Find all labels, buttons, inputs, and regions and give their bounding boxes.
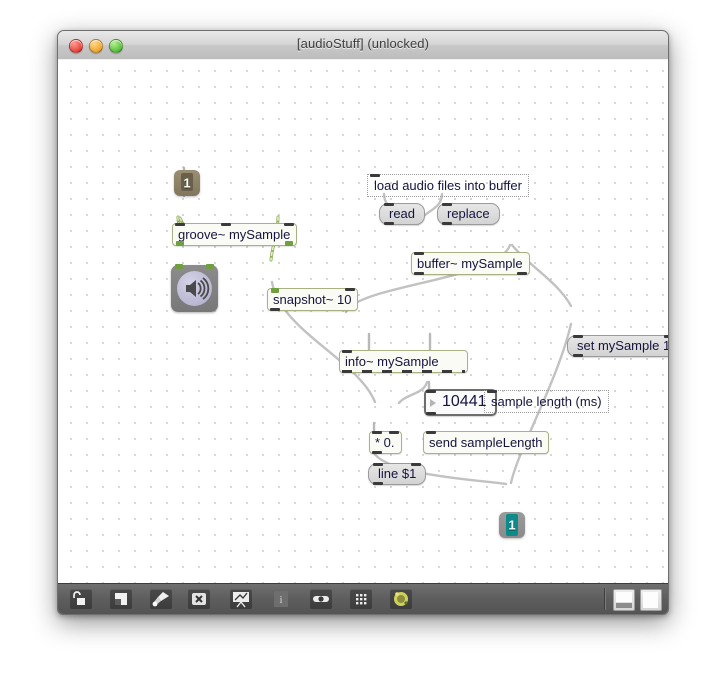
message-replace-label: replace — [447, 206, 490, 221]
message-set-mysample[interactable]: set mySample 1 — [567, 335, 668, 357]
message-read-label: read — [389, 206, 416, 221]
toolbar-divider — [604, 588, 606, 610]
pill-icon[interactable] — [310, 589, 332, 609]
toggle-bottom-value: 1 — [508, 517, 516, 533]
paintbrush-icon[interactable] — [150, 589, 172, 609]
object-snapshot[interactable]: snapshot~ 10 — [267, 288, 359, 311]
message-line[interactable]: line $1 — [368, 463, 427, 485]
toggle-bottom[interactable]: 1 — [499, 512, 525, 538]
unlock-padlock-icon[interactable] — [70, 589, 92, 609]
object-send-samplelength[interactable]: send sampleLength — [423, 431, 550, 454]
comment-sample-length[interactable]: sample length (ms) — [484, 390, 609, 413]
comment-sample-length-label: sample length (ms) — [491, 394, 602, 409]
object-multiply[interactable]: * 0. — [369, 431, 402, 454]
message-line-label: line $1 — [378, 466, 417, 481]
toggle-top-value: 1 — [183, 175, 191, 191]
full-view-button[interactable] — [640, 589, 662, 611]
presentation-icon[interactable] — [230, 589, 252, 609]
patcher-canvas[interactable]: 1 groove~ mySample snapshot~ 10 load aud… — [58, 59, 668, 585]
object-buffer[interactable]: buffer~ mySample — [411, 252, 530, 275]
window-title: [audioStuff] (unlocked) — [296, 36, 430, 51]
object-send-samplelength-label: send sampleLength — [429, 435, 543, 450]
object-snapshot-label: snapshot~ 10 — [273, 292, 352, 307]
object-info-label: info~ mySample — [345, 354, 439, 369]
patcher-toolbar: i — [58, 583, 668, 614]
patcher-window: [audioStuff] (unlocked) 1 groove~ mySamp… — [57, 30, 669, 615]
comment-load-audio-label: load audio files into buffer — [374, 178, 522, 193]
message-read[interactable]: read — [379, 203, 426, 225]
ezdac-speaker-icon[interactable] — [171, 264, 218, 312]
object-info[interactable]: info~ mySample — [339, 350, 468, 373]
object-groove-label: groove~ mySample — [178, 227, 291, 242]
color-circle-icon[interactable] — [390, 589, 412, 609]
grid-dots-icon[interactable] — [350, 589, 372, 609]
comment-load-audio[interactable]: load audio files into buffer — [367, 174, 529, 197]
speaker-glyph — [177, 271, 212, 306]
object-groove[interactable]: groove~ mySample — [172, 223, 298, 246]
object-buffer-label: buffer~ mySample — [417, 256, 523, 271]
toggle-top[interactable]: 1 — [174, 170, 200, 196]
object-multiply-label: * 0. — [375, 435, 395, 450]
svg-text:i: i — [279, 594, 282, 606]
info-icon[interactable]: i — [270, 589, 292, 609]
x-box-icon[interactable] — [188, 589, 210, 609]
object-palette-icon[interactable] — [110, 589, 132, 609]
window-titlebar[interactable]: [audioStuff] (unlocked) — [58, 31, 668, 60]
message-replace[interactable]: replace — [437, 203, 500, 225]
number-box-value: 10441 — [442, 393, 487, 410]
patcher-grid-background — [58, 60, 668, 585]
object-info-outlets — [342, 370, 465, 373]
sidebar-view-button[interactable] — [613, 589, 635, 611]
message-set-mysample-label: set mySample 1 — [577, 338, 668, 353]
